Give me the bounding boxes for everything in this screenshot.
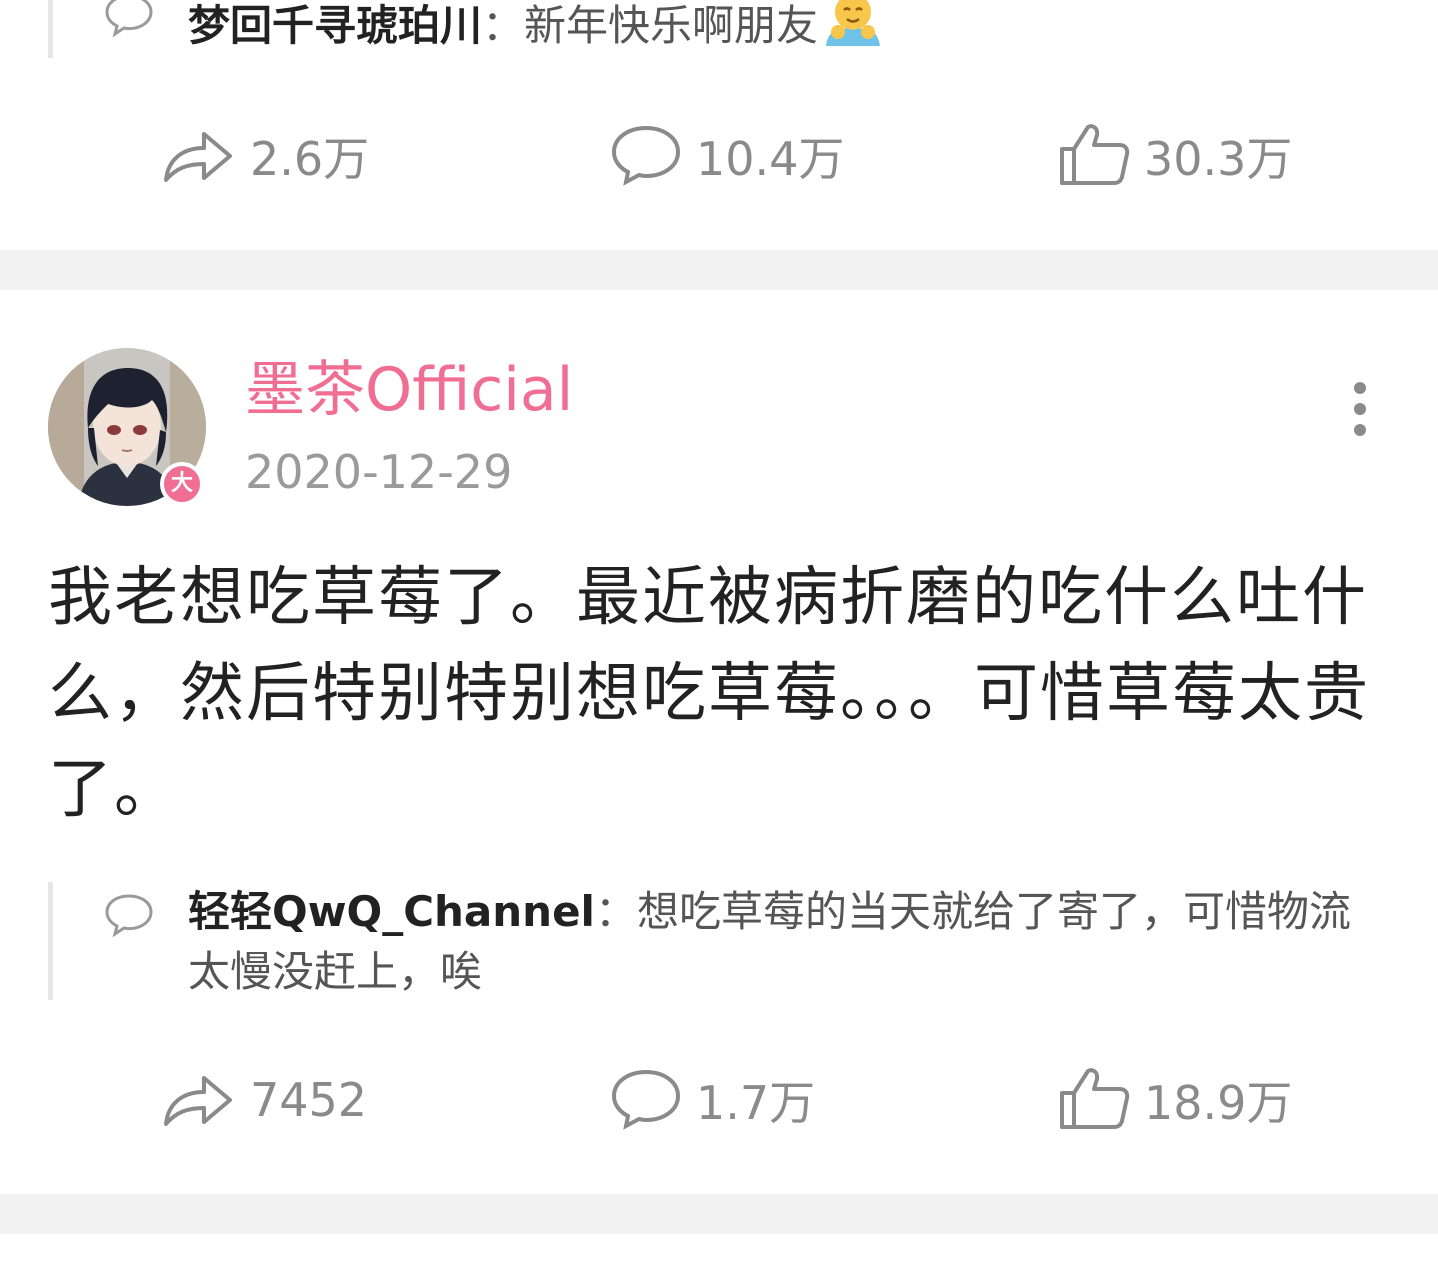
post-card: 大 墨茶Official 2020-12-29 我老想吃草莓了。最近被病折磨的吃… — [0, 290, 1438, 1194]
post-actions: 7452 1.7万 18.9万 — [0, 1060, 1438, 1140]
reply-text: 轻轻QwQ_Channel：想吃草莓的当天就给了寄了，可惜物流太慢没赶上，唉 — [188, 882, 1388, 1002]
post-body: 我老想吃草莓了。最近被病折磨的吃什么吐什么，然后特别特别想吃草莓。。。可惜草莓太… — [48, 561, 1370, 827]
reply-author[interactable]: 轻轻QwQ_Channel — [188, 887, 595, 936]
vip-badge: 大 — [160, 462, 204, 506]
next-post-card — [0, 1234, 1438, 1280]
hug-emoji-icon — [822, 0, 884, 48]
comment-bubble-icon — [103, 0, 155, 42]
comment-count: 1.7万 — [696, 1076, 816, 1130]
post-date: 2020-12-29 — [245, 445, 513, 499]
share-button[interactable]: 7452 — [160, 1060, 367, 1140]
feed-page: 梦回千寻琥珀川：新年快乐啊朋友 2.6万 10.4万 30.3万 大 墨茶Off… — [0, 0, 1438, 1280]
comment-button[interactable]: 1.7万 — [610, 1060, 815, 1140]
post-reply[interactable]: 轻轻QwQ_Channel：想吃草莓的当天就给了寄了，可惜物流太慢没赶上，唉 — [48, 882, 1393, 1000]
share-button[interactable]: 2.6万 — [160, 116, 369, 196]
prev-reply-separator: ： — [482, 1, 525, 50]
prev-reply-author[interactable]: 梦回千寻琥珀川 — [188, 1, 482, 50]
prev-reply-text: 梦回千寻琥珀川：新年快乐啊朋友 — [188, 0, 884, 51]
prev-post-card: 梦回千寻琥珀川：新年快乐啊朋友 2.6万 10.4万 30.3万 — [0, 0, 1438, 250]
comment-bubble-icon — [103, 892, 155, 942]
card-divider — [0, 250, 1438, 290]
post-author-name[interactable]: 墨茶Official — [245, 352, 573, 428]
share-icon — [160, 122, 236, 190]
share-count: 7452 — [250, 1073, 368, 1127]
comment-button[interactable]: 10.4万 — [610, 116, 844, 196]
more-options-icon[interactable] — [1340, 382, 1380, 442]
reply-separator: ： — [594, 887, 637, 936]
comment-icon — [610, 122, 682, 190]
prev-reply-body: 新年快乐啊朋友 — [524, 1, 819, 50]
like-button[interactable]: 18.9万 — [1058, 1060, 1292, 1140]
share-icon — [160, 1066, 236, 1134]
thumbs-up-icon — [1058, 121, 1130, 191]
share-count: 2.6万 — [250, 132, 370, 186]
comment-count: 10.4万 — [696, 132, 845, 186]
prev-post-actions: 2.6万 10.4万 30.3万 — [0, 116, 1438, 196]
like-count: 30.3万 — [1144, 132, 1293, 186]
like-button[interactable]: 30.3万 — [1058, 116, 1292, 196]
prev-post-reply[interactable]: 梦回千寻琥珀川：新年快乐啊朋友 — [48, 0, 1393, 58]
card-divider — [0, 1194, 1438, 1234]
comment-icon — [610, 1066, 682, 1134]
thumbs-up-icon — [1058, 1065, 1130, 1135]
like-count: 18.9万 — [1144, 1076, 1293, 1130]
